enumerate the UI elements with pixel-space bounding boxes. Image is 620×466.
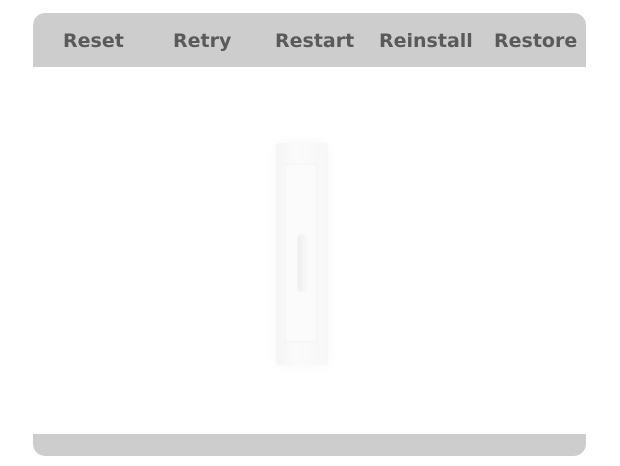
light-switch-icon: [276, 143, 328, 365]
restart-button[interactable]: Restart: [275, 13, 354, 67]
switch-plate-inner: [284, 163, 318, 343]
content-area: [33, 67, 586, 434]
footer-bar: [33, 434, 586, 456]
app-window: Reset Retry Restart Reinstall Restore: [33, 13, 586, 456]
reset-button[interactable]: Reset: [63, 13, 124, 67]
retry-button[interactable]: Retry: [173, 13, 231, 67]
switch-toggle: [298, 235, 306, 291]
restore-button[interactable]: Restore: [494, 13, 577, 67]
toolbar: Reset Retry Restart Reinstall Restore: [33, 13, 586, 67]
reinstall-button[interactable]: Reinstall: [379, 13, 473, 67]
